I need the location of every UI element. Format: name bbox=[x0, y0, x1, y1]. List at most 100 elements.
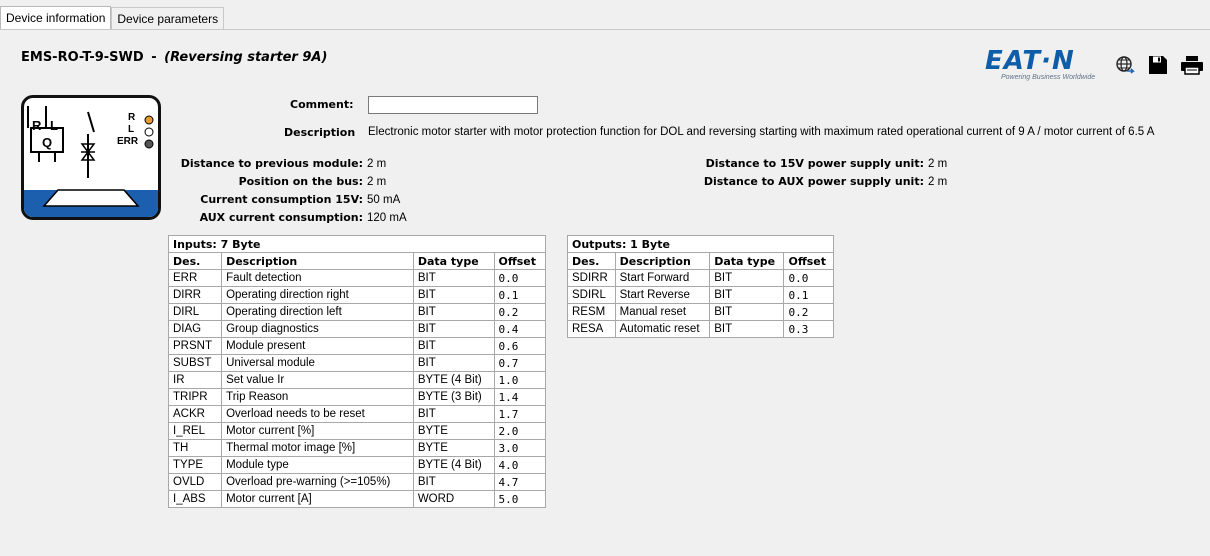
cell-offset: 0.1 bbox=[783, 286, 834, 304]
cell-offset: 0.2 bbox=[493, 303, 546, 321]
comment-label: Comment: bbox=[290, 98, 354, 111]
cell-des: DIAG bbox=[167, 320, 223, 338]
table-row: PRSNT Module present BIT 0.6 bbox=[167, 337, 546, 355]
inputs-header-offset: Offset bbox=[493, 252, 546, 270]
table-row: TH Thermal motor image [%] BYTE 3.0 bbox=[167, 439, 546, 457]
eaton-logo: EAT·N Powering Business Worldwide bbox=[985, 48, 1100, 88]
cell-data-type: BYTE (4 Bit) bbox=[412, 456, 495, 474]
cell-description: Universal module bbox=[221, 354, 414, 372]
page-title: EMS-RO-T-9-SWD - (Reversing starter 9A) bbox=[21, 50, 327, 65]
cell-description: Operating direction right bbox=[221, 286, 414, 304]
schematic-q-label: Q bbox=[42, 135, 53, 150]
dist15-label: Distance to 15V power supply unit: bbox=[705, 157, 924, 170]
distance-prev-value: 2 m bbox=[367, 158, 387, 170]
cell-data-type: BIT bbox=[709, 320, 785, 338]
cell-des: DIRR bbox=[167, 286, 223, 304]
cell-des: OVLD bbox=[167, 473, 223, 491]
inputs-header-des: Des. bbox=[167, 252, 223, 270]
cell-description: Motor current [A] bbox=[221, 490, 414, 508]
cell-data-type: BIT bbox=[412, 286, 495, 304]
cell-des: IR bbox=[167, 371, 223, 389]
cell-des: ERR bbox=[167, 269, 223, 287]
cell-data-type: BYTE bbox=[412, 422, 495, 440]
cell-description: Operating direction left bbox=[221, 303, 414, 321]
table-row: I_REL Motor current [%] BYTE 2.0 bbox=[167, 422, 546, 440]
cell-description: Module type bbox=[221, 456, 414, 474]
cell-des: SUBST bbox=[167, 354, 223, 372]
table-row: OVLD Overload pre-warning (>=105%) BIT 4.7 bbox=[167, 473, 546, 491]
table-row: RESM Manual reset BIT 0.2 bbox=[567, 303, 834, 321]
description-value: Electronic motor starter with motor prot… bbox=[368, 126, 1155, 138]
aux-current-label: AUX current consumption: bbox=[199, 211, 363, 224]
cell-offset: 1.7 bbox=[493, 405, 546, 423]
cell-data-type: BIT bbox=[709, 303, 785, 321]
cell-offset: 0.3 bbox=[783, 320, 834, 338]
device-type-name: (Reversing starter 9A) bbox=[164, 50, 328, 65]
table-row: SUBST Universal module BIT 0.7 bbox=[167, 354, 546, 372]
cell-data-type: BIT bbox=[412, 269, 495, 287]
table-row: ACKR Overload needs to be reset BIT 1.7 bbox=[167, 405, 546, 423]
outputs-rows: SDIRR Start Forward BIT 0.0 SDIRL Start Rever… bbox=[567, 269, 834, 338]
cell-description: Module present bbox=[221, 337, 414, 355]
inputs-caption: Inputs: 7 Byte bbox=[168, 235, 546, 253]
comment-input[interactable] bbox=[368, 96, 538, 114]
cell-data-type: BIT bbox=[709, 286, 785, 304]
print-icon[interactable] bbox=[1180, 54, 1203, 76]
device-schematic: R L Q R L ERR bbox=[21, 95, 161, 220]
position-value: 2 m bbox=[367, 176, 387, 188]
inputs-rows: ERR Fault detection BIT 0.0 DIRR Operating di… bbox=[167, 269, 546, 508]
cell-offset: 0.6 bbox=[493, 337, 546, 355]
cell-offset: 0.0 bbox=[493, 269, 546, 287]
cell-offset: 4.0 bbox=[493, 456, 546, 474]
cell-data-type: BIT bbox=[412, 320, 495, 338]
tab-device-parameters[interactable]: Device parameters bbox=[111, 7, 225, 29]
cell-des: PRSNT bbox=[167, 337, 223, 355]
cell-offset: 3.0 bbox=[493, 439, 546, 457]
cell-description: Motor current [%] bbox=[221, 422, 414, 440]
cell-description: Fault detection bbox=[221, 269, 414, 287]
table-row: TRIPR Trip Reason BYTE (3 Bit) 1.4 bbox=[167, 388, 546, 406]
save-icon[interactable] bbox=[1147, 54, 1169, 76]
globe-icon[interactable] bbox=[1114, 54, 1136, 76]
outputs-header-des: Des. bbox=[567, 252, 616, 270]
starter-diagram bbox=[24, 106, 158, 217]
inputs-header-description: Description bbox=[221, 252, 414, 270]
table-row: TYPE Module type BYTE (4 Bit) 4.0 bbox=[167, 456, 546, 474]
cell-data-type: BIT bbox=[412, 354, 495, 372]
cell-des: ACKR bbox=[167, 405, 223, 423]
distaux-label: Distance to AUX power supply unit: bbox=[703, 175, 924, 188]
cell-des: RESA bbox=[567, 320, 616, 338]
cell-description: Automatic reset bbox=[614, 320, 711, 338]
table-row: DIAG Group diagnostics BIT 0.4 bbox=[167, 320, 546, 338]
table-row: ERR Fault detection BIT 0.0 bbox=[167, 269, 546, 287]
cell-data-type: BIT bbox=[709, 269, 785, 287]
tab-bar: Device information Device parameters bbox=[0, 6, 225, 30]
cell-description: Overload needs to be reset bbox=[221, 405, 414, 423]
cell-des: RESM bbox=[567, 303, 616, 321]
cell-description: Manual reset bbox=[614, 303, 711, 321]
table-row: RESA Automatic reset BIT 0.3 bbox=[567, 320, 834, 338]
cell-des: SDIRL bbox=[567, 286, 616, 304]
distance-prev-label: Distance to previous module: bbox=[180, 157, 363, 170]
cell-offset: 0.0 bbox=[783, 269, 834, 287]
cell-offset: 2.0 bbox=[493, 422, 546, 440]
table-row: IR Set value Ir BYTE (4 Bit) 1.0 bbox=[167, 371, 546, 389]
tab-divider bbox=[0, 29, 1210, 30]
cell-description: Start Reverse bbox=[614, 286, 711, 304]
tab-device-information[interactable]: Device information bbox=[0, 6, 112, 30]
inputs-table: Inputs: 7 Byte Des. Description Data typ… bbox=[167, 235, 546, 508]
schematic-r-label: R bbox=[32, 118, 42, 133]
cell-data-type: BYTE (4 Bit) bbox=[412, 371, 495, 389]
outputs-header-description: Description bbox=[614, 252, 711, 270]
dist15-value: 2 m bbox=[928, 158, 948, 170]
cell-offset: 0.1 bbox=[493, 286, 546, 304]
table-row: SDIRL Start Reverse BIT 0.1 bbox=[567, 286, 834, 304]
cell-data-type: BIT bbox=[412, 405, 495, 423]
schematic-l-label: L bbox=[50, 118, 58, 133]
title-separator: - bbox=[151, 50, 157, 65]
cell-des: I_ABS bbox=[167, 490, 223, 508]
cell-data-type: BIT bbox=[412, 303, 495, 321]
cell-description: Group diagnostics bbox=[221, 320, 414, 338]
inputs-header-data-type: Data type bbox=[412, 252, 495, 270]
cell-description: Trip Reason bbox=[221, 388, 414, 406]
